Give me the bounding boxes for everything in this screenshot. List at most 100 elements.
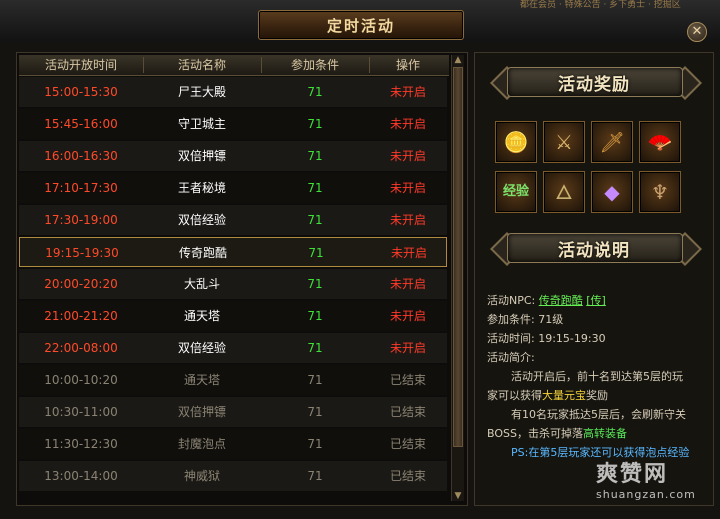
- table-row[interactable]: 15:00-15:30 尸王大殿 71 未开启: [19, 77, 447, 107]
- row-action-status: 已结束: [389, 405, 426, 419]
- intro-text-1d: 奖励: [586, 389, 608, 402]
- close-icon: ✕: [691, 24, 703, 39]
- table-row[interactable]: 11:30-12:30 封魔泡点 71 已结束: [19, 429, 447, 459]
- npc-teleport-link[interactable]: [传]: [586, 294, 606, 307]
- row-activity-name: 守卫城主: [177, 117, 226, 131]
- reward-item-slot[interactable]: 🪙: [495, 121, 537, 163]
- row-condition: 71: [307, 405, 323, 419]
- row-action-status: 未开启: [390, 246, 427, 260]
- table-row[interactable]: 10:30-11:00 双倍押镖 71 已结束: [19, 397, 447, 427]
- reward-item-slot[interactable]: ⚔: [543, 121, 585, 163]
- top-strip-text: 都在会员 · 特殊公告 · 乡下勇士 · 挖掘区: [520, 0, 681, 10]
- scrollbar-thumb[interactable]: [453, 67, 463, 447]
- table-row-selected[interactable]: 19:15-19:30 传奇跑酷 71 未开启: [19, 237, 447, 267]
- table-row[interactable]: 20:00-20:20 大乱斗 71 未开启: [19, 269, 447, 299]
- title-plate: 定时活动: [258, 10, 464, 40]
- description-banner: 活动说明: [489, 229, 702, 266]
- gold-ingot-icon: 🪙: [503, 130, 529, 154]
- watermark-logo: 爽赞网: [596, 462, 669, 487]
- rewards-title: 活动奖励: [558, 75, 630, 95]
- scroll-down-arrow-icon[interactable]: ▼: [453, 491, 463, 501]
- table-row[interactable]: 10:00-10:20 通天塔 71 已结束: [19, 365, 447, 395]
- row-condition: 71: [307, 149, 323, 163]
- row-action-status: 未开启: [389, 181, 426, 195]
- condition-line: 参加条件: 71级: [487, 310, 707, 329]
- row-activity-name: 尸王大殿: [177, 85, 226, 99]
- reward-item-slot[interactable]: 🪭: [639, 121, 681, 163]
- intro-text-2b: BOSS，击杀可掉落: [487, 427, 583, 440]
- table-row[interactable]: 13:00-14:00 神威狱 71 已结束: [19, 461, 447, 491]
- table-row[interactable]: 21:00-21:20 通天塔 71 未开启: [19, 301, 447, 331]
- row-time: 10:00-10:20: [44, 373, 118, 387]
- row-action-status: 未开启: [389, 309, 426, 323]
- npc-line: 活动NPC: 传奇跑酷 [传]: [487, 291, 707, 310]
- reward-item-slot[interactable]: 经验: [495, 171, 537, 213]
- row-activity-name: 封魔泡点: [177, 437, 226, 451]
- scroll-up-arrow-icon[interactable]: ▲: [453, 55, 463, 65]
- watermark-url: shuangzan.com: [596, 488, 696, 501]
- reward-items-grid: 🪙 ⚔ 🗡 🪭 经验 🜂 ◆ ♆: [495, 121, 687, 217]
- close-button[interactable]: ✕: [687, 22, 707, 42]
- header-time: 活动开放时间: [44, 58, 117, 72]
- row-time: 19:15-19:30: [45, 246, 119, 260]
- exp-orb-icon: 经验: [502, 184, 529, 199]
- row-activity-name: 通天塔: [183, 309, 220, 323]
- row-condition: 71: [308, 246, 324, 260]
- intro-text-1b: 家可以获得: [487, 389, 542, 402]
- row-condition: 71: [307, 181, 323, 195]
- site-watermark: 爽赞网 shuangzan.com: [596, 456, 706, 501]
- row-time: 13:00-14:00: [44, 469, 118, 483]
- reward-item-slot[interactable]: ◆: [591, 171, 633, 213]
- row-time: 15:45-16:00: [44, 117, 118, 131]
- title-bar: 都在会员 · 特殊公告 · 乡下勇士 · 挖掘区 定时活动 ✕: [0, 0, 720, 42]
- row-condition: 71: [307, 469, 323, 483]
- row-time: 21:00-21:20: [44, 309, 118, 323]
- npc-name-link[interactable]: 传奇跑酷: [539, 294, 583, 307]
- activity-detail-panel: 活动奖励 🪙 ⚔ 🗡 🪭 经验 🜂 ◆ ♆ 活动说明 活动NPC: 传奇跑酷 [传] 参加条件…: [474, 52, 714, 506]
- row-activity-name: 双倍经验: [177, 213, 226, 227]
- table-row[interactable]: 15:45-16:00 守卫城主 71 未开启: [19, 109, 447, 139]
- row-action-status: 已结束: [389, 373, 426, 387]
- table-row[interactable]: 17:10-17:30 王者秘境 71 未开启: [19, 173, 447, 203]
- npc-label: 活动NPC:: [487, 294, 536, 307]
- row-action-status: 未开启: [389, 117, 426, 131]
- row-condition: 71: [307, 277, 323, 291]
- scrollbar[interactable]: ▲ ▼: [451, 55, 464, 501]
- row-activity-name: 双倍经验: [177, 341, 226, 355]
- sword-icon: ⚔: [555, 130, 573, 154]
- reward-item-slot[interactable]: 🜂: [543, 171, 585, 213]
- table-row[interactable]: 16:00-16:30 双倍押镖 71 未开启: [19, 141, 447, 171]
- row-activity-name: 大乱斗: [183, 277, 220, 291]
- row-action-status: 未开启: [389, 341, 426, 355]
- activity-description: 活动NPC: 传奇跑酷 [传] 参加条件: 71级 活动时间: 19:15-19…: [487, 291, 707, 462]
- row-action-status: 已结束: [389, 437, 426, 451]
- intro-line-2: BOSS，击杀可掉落高转装备: [487, 424, 707, 443]
- reward-item-slot[interactable]: 🗡: [591, 121, 633, 163]
- intro-line-1: 家可以获得大量元宝奖励: [487, 386, 707, 405]
- row-time: 10:30-11:00: [44, 405, 118, 419]
- purple-gem-icon: ◆: [604, 180, 620, 204]
- reward-item-slot[interactable]: ♆: [639, 171, 681, 213]
- description-title: 活动说明: [558, 241, 630, 261]
- horn-icon: ♆: [651, 180, 669, 204]
- row-activity-name: 双倍押镖: [177, 149, 226, 163]
- condition-label: 参加条件:: [487, 313, 535, 326]
- time-line: 活动时间: 19:15-19:30: [487, 329, 707, 348]
- row-activity-name: 双倍押镖: [177, 405, 226, 419]
- table-row[interactable]: 17:30-19:00 双倍经验 71 未开启: [19, 205, 447, 235]
- row-action-status: 未开启: [389, 149, 426, 163]
- row-time: 15:00-15:30: [44, 85, 118, 99]
- row-action-status: 未开启: [389, 213, 426, 227]
- row-condition: 71: [307, 437, 323, 451]
- row-time: 11:30-12:30: [44, 437, 118, 451]
- row-condition: 71: [307, 373, 323, 387]
- window-title: 定时活动: [326, 17, 395, 35]
- row-condition: 71: [307, 85, 323, 99]
- rewards-banner: 活动奖励: [489, 63, 702, 100]
- row-condition: 71: [307, 117, 323, 131]
- table-row[interactable]: 22:00-08:00 双倍经验 71 未开启: [19, 333, 447, 363]
- time-label: 活动时间:: [487, 332, 535, 345]
- intro-highlight-equipment: 高转装备: [582, 427, 627, 440]
- fan-icon: 🪭: [647, 130, 673, 154]
- row-activity-name: 传奇跑酷: [178, 246, 227, 260]
